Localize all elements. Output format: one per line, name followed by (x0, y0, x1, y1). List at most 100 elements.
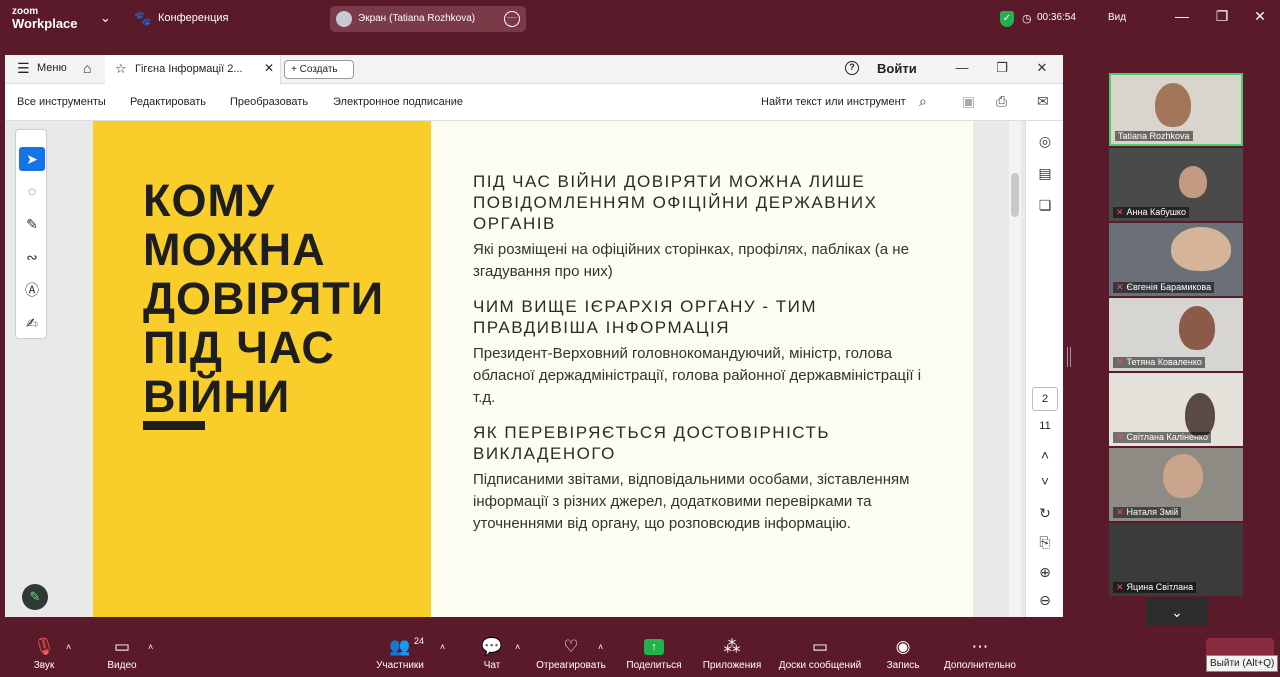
save-icon[interactable]: ▣ (962, 93, 975, 110)
leave-tooltip: Выйти (Alt+Q) (1206, 655, 1279, 672)
mic-muted-icon: 🎙 (33, 637, 55, 656)
view-button[interactable]: Вид (1108, 12, 1126, 23)
draw-icon[interactable]: ∾ (19, 245, 45, 269)
section-heading: ЯК ПЕРЕВІРЯЄТЬСЯ ДОСТОВІРНІСТЬ ВИКЛАДЕНО… (473, 423, 831, 463)
camera-icon: ▭ (113, 637, 131, 656)
video-button[interactable]: ▭ Видео (98, 628, 146, 677)
apps-icon: ⁂ (723, 637, 741, 656)
download-page-icon[interactable]: ⎘ (1026, 534, 1064, 551)
paw-icon: 🐾 (134, 10, 152, 26)
document-area: ➤ ◌ ✎ ∾ Ⓐ ✍ ✎ КОМУ МОЖНА ДОВІРЯТИ ПІД ЧА… (5, 121, 1063, 617)
home-icon[interactable]: ⌂ (83, 60, 91, 76)
highlight-pen-icon[interactable]: ✎ (19, 212, 45, 236)
whiteboard-icon: ▭ (811, 637, 829, 656)
security-shield-icon[interactable]: ✓ (1000, 11, 1014, 27)
acrobat-toolbar: Все инструменты Редактировать Преобразов… (5, 84, 1063, 121)
participant-tile[interactable]: ✕ Світлана Каліненко (1109, 373, 1243, 446)
more-icon: ⋯ (971, 637, 989, 656)
mic-muted-icon: ✕ (1116, 357, 1124, 367)
audio-button[interactable]: 🎙 Звук (22, 628, 66, 677)
react-options-chevron-icon[interactable]: ˄ (598, 642, 603, 652)
slide-content: ПІД ЧАС ВІЙНИ ДОВІРЯТИ МОЖНА ЛИШЕ ПОВІДО… (473, 171, 943, 548)
chevron-up-icon[interactable]: ˄ (1026, 447, 1064, 463)
menu-button[interactable]: Меню (37, 62, 67, 74)
react-button[interactable]: ♡ Отреагировать (533, 628, 609, 677)
rotate-icon[interactable]: ↻ (1026, 505, 1064, 522)
participants-options-chevron-icon[interactable]: ˄ (440, 642, 445, 652)
participant-tile[interactable]: ✕ Євгенія Барамикова (1109, 223, 1243, 296)
meeting-label[interactable]: Конференция (158, 12, 228, 24)
panel-splitter[interactable] (1067, 347, 1071, 367)
participant-tile[interactable]: ✕ Наталя Змій (1109, 448, 1243, 521)
find-tool-button[interactable]: Найти текст или инструмент (761, 96, 906, 108)
vertical-scrollbar[interactable] (1009, 121, 1021, 617)
gallery-scroll-down-icon[interactable]: ⌄ (1146, 598, 1208, 626)
more-button[interactable]: ⋯ Дополнительно (938, 628, 1022, 677)
minimize-icon[interactable]: — (1172, 8, 1192, 24)
edit-pencil-icon[interactable]: ✎ (22, 584, 48, 610)
esign-button[interactable]: Электронное подписание (333, 96, 463, 108)
participant-tile[interactable]: ✕ Анна Кабушко (1109, 148, 1243, 221)
zoom-out-icon[interactable]: ⊖ (1026, 592, 1064, 609)
slide-title: КОМУ МОЖНА ДОВІРЯТИ ПІД ЧАС ВІЙНИ (143, 175, 385, 422)
comment-icon[interactable]: ◌ (19, 179, 45, 203)
all-tools-button[interactable]: Все инструменты (17, 96, 106, 108)
participant-video (1179, 166, 1207, 198)
star-icon[interactable]: ☆ (115, 61, 127, 77)
share-button[interactable]: ↑ Поделиться (624, 628, 684, 677)
close-icon[interactable]: ✕ (1033, 60, 1051, 76)
video-options-chevron-icon[interactable]: ˄ (148, 642, 153, 652)
record-button[interactable]: ◉ Запись (882, 628, 924, 677)
close-icon[interactable]: ✕ (1250, 8, 1270, 25)
participant-tile[interactable]: Tatiana Rozhkova (1109, 73, 1243, 146)
edit-button[interactable]: Редактировать (130, 96, 206, 108)
pages-icon[interactable]: ❏ (1026, 197, 1064, 214)
restore-icon[interactable]: ❐ (1212, 8, 1232, 25)
ai-assistant-icon[interactable]: ◎ (1026, 133, 1064, 150)
zoom-logo: zoom Workplace (12, 6, 78, 31)
chat-button[interactable]: 💬 Чат (476, 628, 508, 677)
screen-share-pill[interactable]: Экран (Tatiana Rozhkova) ··· (330, 6, 526, 32)
page-number-input[interactable]: 2 (1032, 387, 1058, 411)
help-icon[interactable]: ? (845, 61, 859, 75)
participant-tile[interactable]: ✕ Яцина Світлана (1109, 523, 1243, 596)
chevron-down-icon[interactable]: ˅ (1026, 473, 1064, 489)
text-box-icon[interactable]: Ⓐ (19, 278, 45, 302)
scrollbar-thumb[interactable] (1011, 173, 1019, 217)
sign-icon[interactable]: ✍ (19, 311, 45, 335)
zoom-in-icon[interactable]: ⊕ (1026, 564, 1064, 581)
convert-button[interactable]: Преобразовать (230, 96, 308, 108)
audio-options-chevron-icon[interactable]: ˄ (66, 642, 71, 652)
meeting-controls: 🎙 Звук ˄ ▭ Видео ˄ 👥 Участники 24 ˄ 💬 Ча… (0, 628, 1280, 677)
apps-button[interactable]: ⁂ Приложения (698, 628, 766, 677)
chat-icon: 💬 (481, 637, 503, 656)
participant-video (1185, 393, 1215, 437)
login-button[interactable]: Войти (877, 61, 917, 76)
title-bar: ☰ Меню ⌂ ☆ Гігєна Інформації 2... ✕ + Со… (5, 55, 1063, 84)
minimize-icon[interactable]: — (953, 60, 971, 75)
tab-document[interactable]: ☆ Гігєна Інформації 2... ✕ (105, 55, 281, 84)
chevron-down-icon[interactable]: ⌄ (100, 10, 111, 26)
participant-name: Євгенія Барамикова (1126, 282, 1212, 292)
participant-video (1155, 83, 1191, 127)
more-icon[interactable]: ··· (504, 11, 520, 27)
participant-video (1171, 227, 1231, 271)
bookmark-icon[interactable]: ▤ (1026, 165, 1064, 182)
shared-pdf-window: ☰ Меню ⌂ ☆ Гігєна Інформації 2... ✕ + Со… (5, 55, 1063, 617)
pdf-page: КОМУ МОЖНА ДОВІРЯТИ ПІД ЧАС ВІЙНИ ПІД ЧА… (93, 121, 973, 617)
restore-icon[interactable]: ❐ (993, 60, 1011, 76)
page-total: 11 (1039, 420, 1051, 432)
mail-icon[interactable]: ✉ (1037, 93, 1049, 110)
chat-options-chevron-icon[interactable]: ˄ (515, 642, 520, 652)
whiteboards-button[interactable]: ▭ Доски сообщений (774, 628, 866, 677)
participant-tile[interactable]: ✕ Тетяна Коваленко (1109, 298, 1243, 371)
search-icon[interactable]: ⌕ (919, 93, 927, 110)
select-tool-icon[interactable]: ➤ (19, 147, 45, 171)
create-button[interactable]: + Создать (284, 60, 354, 79)
mic-muted-icon: ✕ (1116, 432, 1124, 442)
participant-video (1179, 306, 1215, 350)
hamburger-icon[interactable]: ☰ (17, 60, 30, 77)
close-tab-icon[interactable]: ✕ (264, 61, 274, 75)
section-heading: ПІД ЧАС ВІЙНИ ДОВІРЯТИ МОЖНА ЛИШЕ ПОВІДО… (473, 172, 878, 233)
print-icon[interactable]: ⎙ (996, 93, 1007, 110)
